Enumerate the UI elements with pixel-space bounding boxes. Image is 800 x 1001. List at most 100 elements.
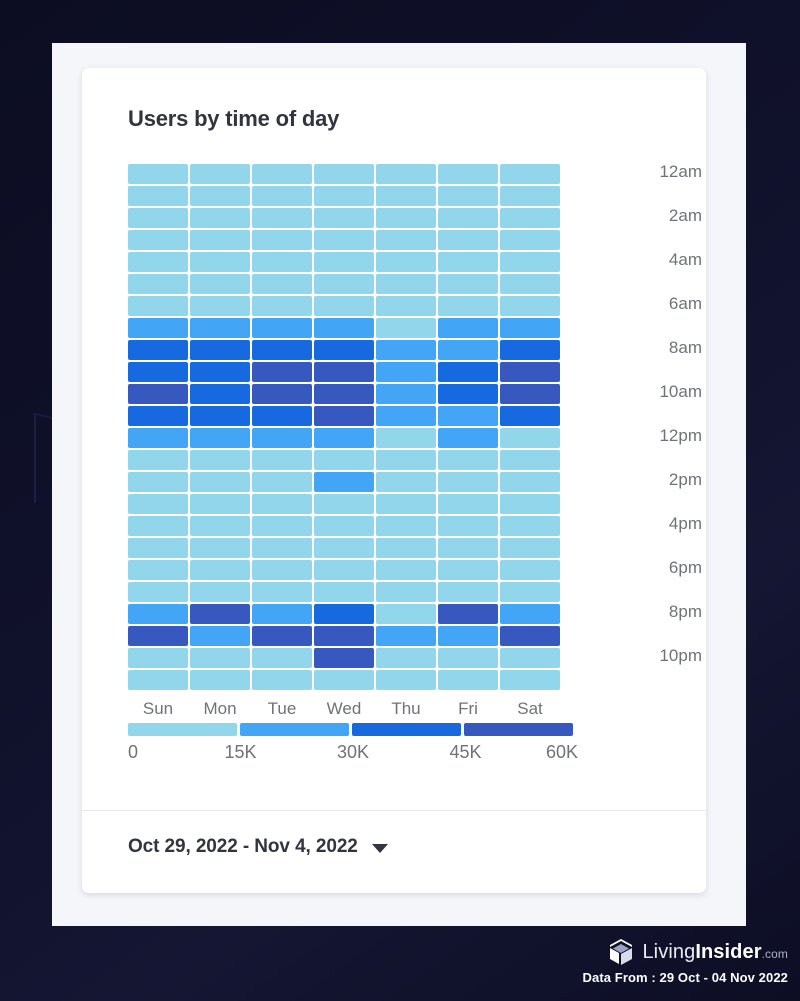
heatmap-cell[interactable] [376,670,436,690]
heatmap-cell[interactable] [252,472,312,492]
heatmap-cell[interactable] [190,318,250,338]
heatmap-cell[interactable] [190,274,250,294]
heatmap-cell[interactable] [252,208,312,228]
heatmap-cell[interactable] [128,252,188,272]
heatmap-cell[interactable] [376,450,436,470]
heatmap-cell[interactable] [438,648,498,668]
heatmap-cell[interactable] [128,560,188,580]
heatmap-cell[interactable] [252,604,312,624]
heatmap-cell[interactable] [376,560,436,580]
heatmap-cell[interactable] [314,450,374,470]
heatmap-cell[interactable] [500,208,560,228]
heatmap-cell[interactable] [190,296,250,316]
heatmap-cell[interactable] [128,582,188,602]
heatmap-cell[interactable] [314,516,374,536]
heatmap-cell[interactable] [500,516,560,536]
heatmap-cell[interactable] [376,164,436,184]
heatmap-cell[interactable] [190,450,250,470]
heatmap-cell[interactable] [314,582,374,602]
heatmap-cell[interactable] [128,340,188,360]
heatmap-cell[interactable] [438,208,498,228]
heatmap-cell[interactable] [190,164,250,184]
heatmap-cell[interactable] [252,516,312,536]
heatmap-cell[interactable] [376,384,436,404]
heatmap-cell[interactable] [438,494,498,514]
heatmap-cell[interactable] [314,604,374,624]
heatmap-cell[interactable] [500,318,560,338]
heatmap-cell[interactable] [252,582,312,602]
heatmap-cell[interactable] [438,296,498,316]
heatmap-cell[interactable] [314,406,374,426]
heatmap-cell[interactable] [500,494,560,514]
heatmap-cell[interactable] [252,450,312,470]
heatmap-cell[interactable] [376,582,436,602]
heatmap-cell[interactable] [128,648,188,668]
heatmap-cell[interactable] [190,208,250,228]
heatmap-cell[interactable] [252,384,312,404]
heatmap-cell[interactable] [314,648,374,668]
heatmap-cell[interactable] [252,670,312,690]
heatmap-cell[interactable] [500,538,560,558]
heatmap-cell[interactable] [438,472,498,492]
heatmap-cell[interactable] [252,648,312,668]
heatmap-cell[interactable] [438,274,498,294]
heatmap-cell[interactable] [376,318,436,338]
heatmap-cell[interactable] [252,538,312,558]
heatmap-cell[interactable] [128,318,188,338]
heatmap-cell[interactable] [376,516,436,536]
heatmap-cell[interactable] [376,186,436,206]
heatmap-cell[interactable] [500,582,560,602]
heatmap-cell[interactable] [128,296,188,316]
heatmap-cell[interactable] [376,296,436,316]
heatmap-cell[interactable] [438,384,498,404]
heatmap-cell[interactable] [314,472,374,492]
heatmap-cell[interactable] [500,186,560,206]
heatmap-cell[interactable] [438,560,498,580]
heatmap-cell[interactable] [500,604,560,624]
heatmap-cell[interactable] [128,494,188,514]
heatmap-cell[interactable] [128,230,188,250]
heatmap-cell[interactable] [314,318,374,338]
heatmap-cell[interactable] [438,164,498,184]
heatmap-cell[interactable] [252,362,312,382]
heatmap-cell[interactable] [190,252,250,272]
heatmap-cell[interactable] [190,340,250,360]
heatmap-cell[interactable] [438,516,498,536]
heatmap-cell[interactable] [190,670,250,690]
heatmap-cell[interactable] [376,538,436,558]
heatmap-cell[interactable] [438,340,498,360]
heatmap-cell[interactable] [190,428,250,448]
heatmap-cell[interactable] [190,384,250,404]
chevron-down-icon[interactable] [371,844,388,853]
heatmap-cell[interactable] [314,164,374,184]
heatmap-cell[interactable] [128,450,188,470]
date-range-selector[interactable]: Oct 29, 2022 - Nov 4, 2022 [128,836,388,858]
heatmap-cell[interactable] [438,626,498,646]
heatmap-cell[interactable] [314,560,374,580]
heatmap-cell[interactable] [128,384,188,404]
heatmap-cell[interactable] [190,516,250,536]
heatmap-cell[interactable] [128,538,188,558]
heatmap-cell[interactable] [438,230,498,250]
heatmap-cell[interactable] [314,230,374,250]
heatmap-cell[interactable] [500,428,560,448]
heatmap-cell[interactable] [376,340,436,360]
heatmap-cell[interactable] [500,274,560,294]
heatmap-cell[interactable] [376,362,436,382]
heatmap-cell[interactable] [252,340,312,360]
heatmap-cell[interactable] [128,362,188,382]
heatmap-cell[interactable] [438,428,498,448]
heatmap-cell[interactable] [314,626,374,646]
heatmap-cell[interactable] [500,296,560,316]
heatmap-cell[interactable] [190,472,250,492]
heatmap-cell[interactable] [190,626,250,646]
heatmap-cell[interactable] [314,296,374,316]
heatmap-cell[interactable] [190,560,250,580]
heatmap-cell[interactable] [376,252,436,272]
heatmap-cell[interactable] [500,626,560,646]
heatmap-cell[interactable] [438,538,498,558]
heatmap-cell[interactable] [314,340,374,360]
heatmap-cell[interactable] [190,538,250,558]
heatmap-cell[interactable] [438,604,498,624]
heatmap-cell[interactable] [376,428,436,448]
